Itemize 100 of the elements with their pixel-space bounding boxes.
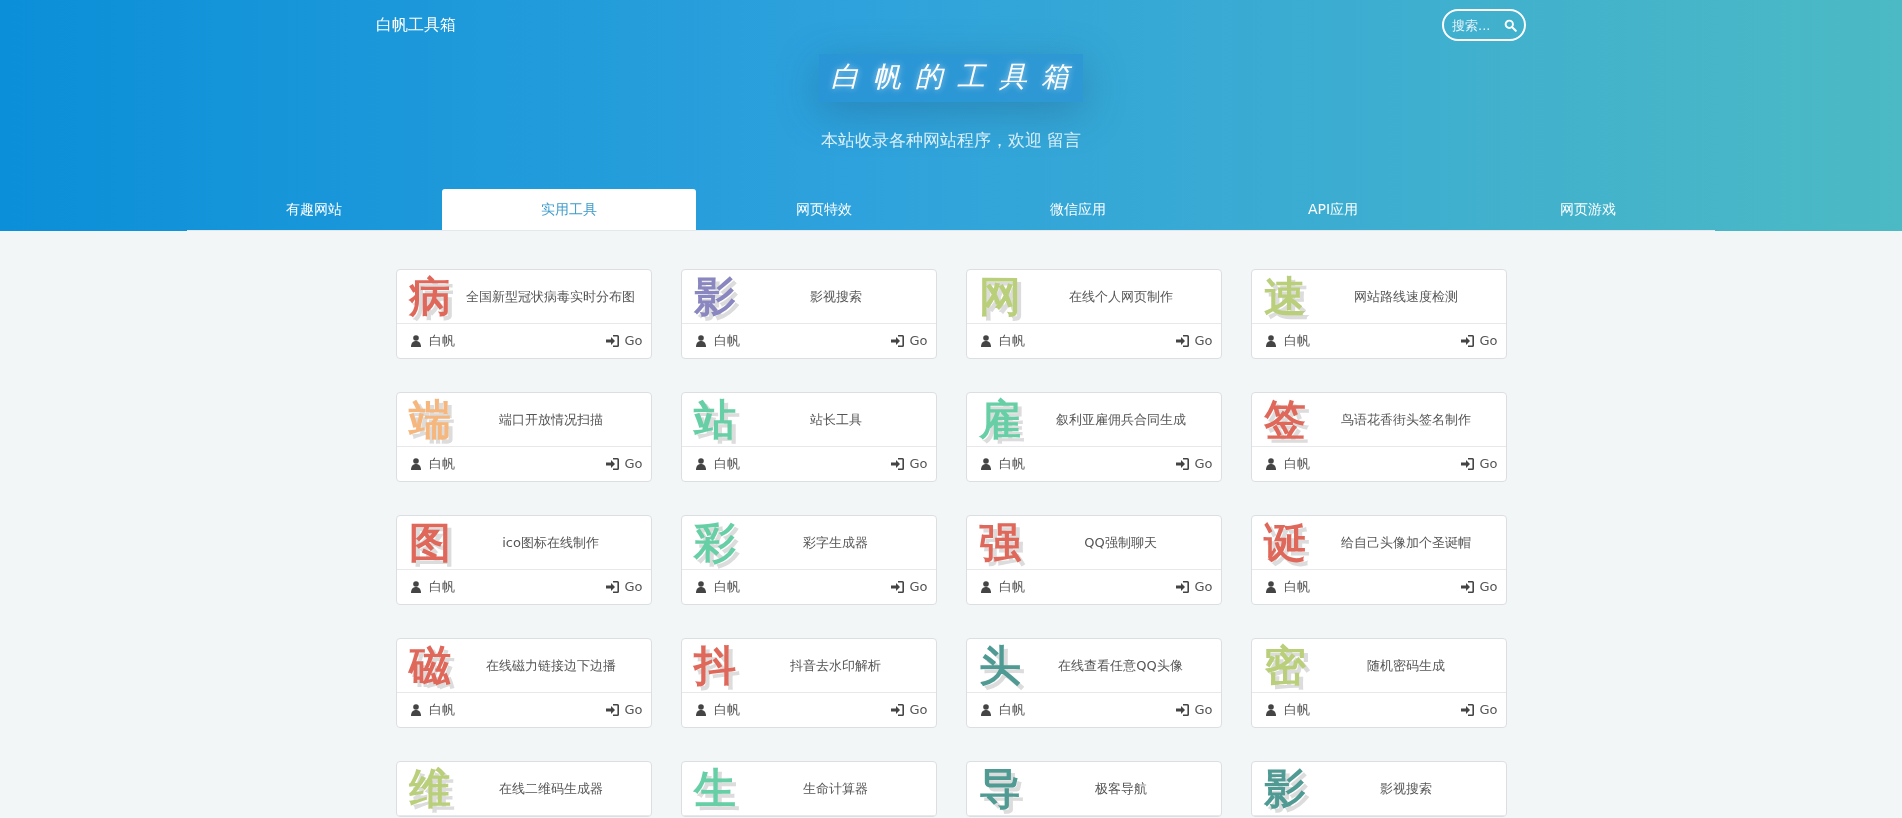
tool-glyph: 影 (693, 275, 736, 318)
tool-glyph: 生 (693, 767, 736, 810)
tool-title: QQ强制聊天 (1083, 533, 1158, 552)
tool-card[interactable]: 彩 彩字生成器 白帆 Go (680, 515, 937, 605)
author-name: 白帆 (713, 578, 740, 597)
tool-card[interactable]: 影 影视搜索 (1250, 761, 1507, 817)
tool-card[interactable]: 诞 给自己头像加个圣诞帽 白帆 Go (1250, 515, 1507, 605)
tool-title: 鸟语花香街头签名制作 (1339, 410, 1472, 429)
user-icon (1265, 458, 1276, 470)
go-link[interactable]: Go (1461, 454, 1498, 474)
tool-title: 在线二维码生成器 (497, 779, 604, 798)
user-icon (980, 581, 991, 593)
sign-in-icon (891, 335, 905, 347)
tool-glyph: 站 (693, 398, 736, 441)
user-icon (695, 335, 706, 347)
tool-card[interactable]: 雇 叙利亚雇佣兵合同生成 白帆 Go (965, 392, 1222, 482)
tool-glyph: 雇 (978, 398, 1021, 441)
tool-card[interactable]: 生 生命计算器 (680, 761, 937, 817)
go-link[interactable]: Go (606, 700, 643, 720)
tool-card[interactable]: 强 QQ强制聊天 白帆 Go (965, 515, 1222, 605)
tool-title: 站长工具 (808, 410, 863, 429)
tool-title: 在线查看任意QQ头像 (1057, 656, 1184, 675)
sign-in-icon (606, 581, 620, 593)
tool-title: 全国新型冠状病毒实时分布图 (465, 287, 636, 306)
tool-title: 叙利亚雇佣兵合同生成 (1054, 410, 1187, 429)
author-name: 白帆 (428, 578, 455, 597)
tool-card[interactable]: 密 随机密码生成 白帆 Go (1250, 638, 1507, 728)
go-link[interactable]: Go (606, 454, 643, 474)
user-icon (1265, 704, 1276, 716)
author-name: 白帆 (713, 332, 740, 351)
tool-card[interactable]: 磁 在线磁力链接边下边播 白帆 Go (395, 638, 652, 728)
tool-glyph: 头 (978, 644, 1021, 687)
sign-in-icon (1176, 704, 1190, 716)
go-link[interactable]: Go (1461, 577, 1498, 597)
sign-in-icon (1176, 335, 1190, 347)
go-link[interactable]: Go (606, 331, 643, 351)
sign-in-icon (606, 335, 620, 347)
tool-glyph: 抖 (693, 644, 736, 687)
go-link[interactable]: Go (1176, 700, 1213, 720)
go-link[interactable]: Go (1461, 331, 1498, 351)
user-icon (410, 458, 421, 470)
search-icon (1504, 19, 1517, 32)
go-link[interactable]: Go (891, 700, 928, 720)
tool-glyph: 导 (978, 767, 1021, 810)
search-field[interactable]: 搜索... (1442, 9, 1526, 41)
author-name: 白帆 (998, 332, 1025, 351)
sign-in-icon (1461, 704, 1475, 716)
tool-card[interactable]: 维 在线二维码生成器 (395, 761, 652, 817)
sign-in-icon (1461, 335, 1475, 347)
author-name: 白帆 (998, 701, 1025, 720)
tool-card[interactable]: 图 ico图标在线制作 白帆 Go (395, 515, 652, 605)
user-icon (980, 458, 991, 470)
author-name: 白帆 (1283, 578, 1310, 597)
tool-title: 极客导航 (1093, 779, 1148, 798)
author-name: 白帆 (998, 578, 1025, 597)
tool-glyph: 速 (1263, 275, 1306, 318)
author-name: 白帆 (428, 455, 455, 474)
tool-card[interactable]: 病 全国新型冠状病毒实时分布图 白帆 Go (395, 269, 652, 359)
go-link[interactable]: Go (1176, 577, 1213, 597)
tool-card[interactable]: 抖 抖音去水印解析 白帆 Go (680, 638, 937, 728)
hero-title: 白帆的工具箱 (819, 54, 1083, 102)
tool-title: 端口开放情况扫描 (497, 410, 604, 429)
user-icon (410, 704, 421, 716)
tool-title: 抖音去水印解析 (789, 656, 882, 675)
site-title: 白帆工具箱 (376, 14, 456, 36)
user-icon (1265, 581, 1276, 593)
author-name: 白帆 (428, 701, 455, 720)
author-name: 白帆 (713, 455, 740, 474)
author-name: 白帆 (428, 332, 455, 351)
go-link[interactable]: Go (1461, 700, 1498, 720)
go-link[interactable]: Go (891, 454, 928, 474)
go-link[interactable]: Go (1176, 331, 1213, 351)
tool-glyph: 影 (1263, 767, 1306, 810)
tool-glyph: 密 (1263, 644, 1306, 687)
tool-card[interactable]: 签 鸟语花香街头签名制作 白帆 Go (1250, 392, 1507, 482)
tool-card[interactable]: 站 站长工具 白帆 Go (680, 392, 937, 482)
user-icon (695, 458, 706, 470)
tool-card[interactable]: 端 端口开放情况扫描 白帆 Go (395, 392, 652, 482)
tool-card[interactable]: 影 影视搜索 白帆 Go (680, 269, 937, 359)
user-icon (695, 581, 706, 593)
go-link[interactable]: Go (606, 577, 643, 597)
tool-title: 影视搜索 (1378, 779, 1433, 798)
tool-card[interactable]: 网 在线个人网页制作 白帆 Go (965, 269, 1222, 359)
sign-in-icon (606, 704, 620, 716)
tool-glyph: 签 (1263, 398, 1306, 441)
tool-card[interactable]: 速 网站路线速度检测 白帆 Go (1250, 269, 1507, 359)
tool-title: 随机密码生成 (1365, 656, 1446, 675)
author-name: 白帆 (998, 455, 1025, 474)
author-name: 白帆 (1283, 332, 1310, 351)
tool-card[interactable]: 头 在线查看任意QQ头像 白帆 Go (965, 638, 1222, 728)
go-link[interactable]: Go (1176, 454, 1213, 474)
go-link[interactable]: Go (891, 331, 928, 351)
tool-title: 生命计算器 (802, 779, 869, 798)
tool-card[interactable]: 导 极客导航 (965, 761, 1222, 817)
tool-glyph: 病 (408, 275, 451, 318)
sign-in-icon (1176, 458, 1190, 470)
user-icon (1265, 335, 1276, 347)
hero-subtitle: 本站收录各种网站程序，欢迎 留言 (820, 129, 1082, 152)
go-link[interactable]: Go (891, 577, 928, 597)
user-icon (410, 335, 421, 347)
